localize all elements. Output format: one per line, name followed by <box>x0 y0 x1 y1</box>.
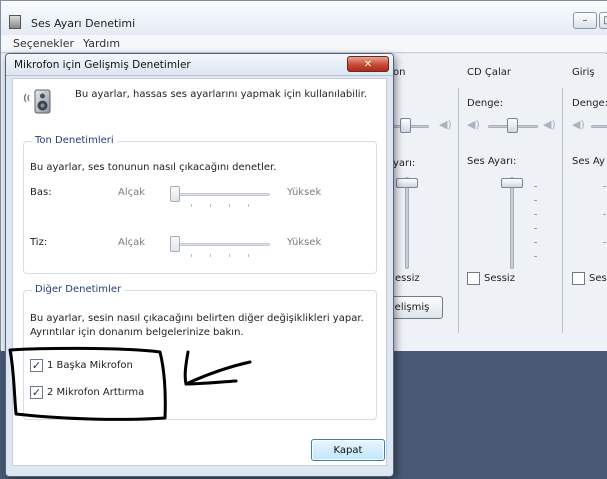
slider-tick <box>603 214 606 215</box>
volume-label: Ses Ayarı: <box>467 156 517 167</box>
app-speaker-icon <box>9 15 21 29</box>
slider-tick <box>248 254 249 257</box>
slider-tick <box>248 204 249 207</box>
balance-slider-track[interactable] <box>393 125 429 128</box>
slider-tick <box>534 214 537 215</box>
mute-label: Ses <box>589 273 607 284</box>
volume-slider-thumb[interactable] <box>501 178 523 188</box>
balance-slider-track[interactable] <box>591 125 607 128</box>
advanced-controls-dialog: Mikrofon için Gelişmiş Denetimler ✕ Bu a… <box>5 53 394 477</box>
dialog-intro-text: Bu ayarlar, hassas ses ayarlarını yapmak… <box>75 89 367 100</box>
other-description-line1: Bu ayarlar, sesin nasıl çıkacağını belir… <box>30 313 364 324</box>
mic-boost-checkbox[interactable]: ✓ <box>30 386 43 399</box>
slider-tick <box>229 204 230 207</box>
treble-slider-thumb[interactable] <box>170 236 180 252</box>
slider-tick <box>534 242 537 243</box>
balance-slider-thumb[interactable] <box>507 118 518 133</box>
treble-label: Tiz: <box>30 237 48 248</box>
other-description-line2: Ayrıntılar için donanım belgelerinize ba… <box>30 327 244 338</box>
menu-bar: Seçenekler Yardım <box>1 35 607 53</box>
slider-tick <box>603 186 606 187</box>
tone-controls-group: Ton Denetimleri Bu ayarlar, ses tonunun … <box>23 135 377 274</box>
slider-tick <box>210 254 211 257</box>
minimize-button[interactable]: – <box>573 12 597 29</box>
volume-label: Ses Ay <box>572 156 605 167</box>
volume-slider-track[interactable] <box>510 177 514 269</box>
other-controls-group: Diğer Denetimler Bu ayarlar, sesin nasıl… <box>23 284 377 420</box>
speaker-icon: ◀) <box>572 118 585 131</box>
other-controls-title: Diğer Denetimler <box>32 284 125 295</box>
slider-tick <box>229 254 230 257</box>
mixer-column-header: on <box>393 67 406 78</box>
other-mic-label: 1 Başka Mikrofon <box>47 360 133 371</box>
slider-tick <box>534 200 537 201</box>
other-mic-checkbox[interactable]: ✓ <box>30 359 43 372</box>
menu-options[interactable]: Seçenekler <box>13 37 74 50</box>
bass-label: Bas: <box>30 187 52 198</box>
dialog-title: Mikrofon için Gelişmiş Denetimler <box>14 59 191 71</box>
main-title-bar[interactable]: Ses Ayarı Denetimi – □ <box>1 1 607 35</box>
volume-slider-thumb[interactable] <box>396 178 418 188</box>
treble-min-label: Alçak <box>118 237 146 248</box>
bass-slider-track[interactable] <box>170 193 270 196</box>
mute-checkbox[interactable] <box>572 272 585 285</box>
speaker-icon: ◀) <box>439 118 452 131</box>
slider-tick <box>191 254 192 257</box>
column-separator <box>458 88 459 333</box>
slider-tick <box>534 228 537 229</box>
mixer-column-header-input: Giriş <box>572 67 595 78</box>
balance-slider-thumb[interactable] <box>400 118 411 133</box>
volume-slider-track[interactable] <box>405 177 409 269</box>
mixer-column-header-cd: CD Çalar <box>467 67 511 78</box>
bass-min-label: Alçak <box>118 187 146 198</box>
main-window-title: Ses Ayarı Denetimi <box>31 17 136 30</box>
slider-tick <box>603 242 606 243</box>
treble-slider-track[interactable] <box>170 243 270 246</box>
speaker-icon <box>23 89 51 114</box>
maximize-button[interactable]: □ <box>599 12 607 29</box>
mute-label: essiz <box>395 273 420 284</box>
treble-max-label: Yüksek <box>287 237 322 248</box>
speaker-icon: ◀) <box>467 118 480 131</box>
mute-label: Sessiz <box>484 273 515 284</box>
tone-controls-title: Ton Denetimleri <box>32 135 117 146</box>
dialog-close-button[interactable]: ✕ <box>347 56 389 72</box>
dialog-title-bar[interactable]: Mikrofon için Gelişmiş Denetimler ✕ <box>6 54 393 76</box>
slider-tick <box>210 204 211 207</box>
mute-checkbox[interactable] <box>467 272 480 285</box>
balance-label: Denge: <box>572 98 607 109</box>
balance-label: Denge: <box>467 98 504 109</box>
menu-help[interactable]: Yardım <box>83 37 120 50</box>
bass-slider-thumb[interactable] <box>170 186 180 202</box>
speaker-icon: ◀) <box>543 118 556 131</box>
close-button[interactable]: Kapat <box>311 439 385 461</box>
mic-boost-label: 2 Mikrofon Arttırma <box>47 387 145 398</box>
close-icon: ✕ <box>363 58 373 70</box>
slider-tick <box>534 256 537 257</box>
volume-label: yarı: <box>393 158 416 169</box>
tone-description: Bu ayarlar, ses tonunun nasıl çıkacağını… <box>30 162 277 173</box>
dialog-content: Bu ayarlar, hassas ses ayarlarını yapmak… <box>12 78 387 466</box>
bass-max-label: Yüksek <box>287 187 322 198</box>
column-separator <box>562 88 563 333</box>
slider-tick <box>534 186 537 187</box>
slider-tick <box>191 204 192 207</box>
